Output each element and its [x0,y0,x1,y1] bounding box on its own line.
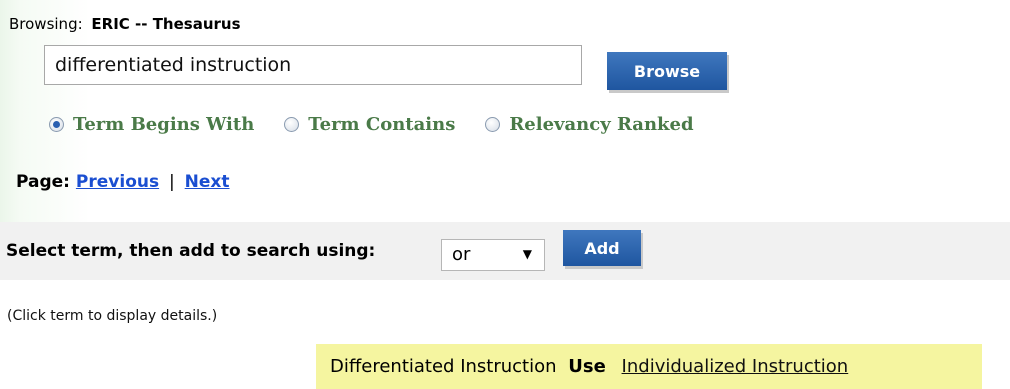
use-label: Use [568,356,606,377]
radio-term-contains[interactable]: Term Contains [284,114,455,135]
radio-label-term-contains: Term Contains [308,114,456,135]
browse-button[interactable]: Browse [607,52,727,90]
click-term-hint: (Click term to display details.) [7,308,218,324]
page-label: Page: [16,172,70,192]
operator-value: or [452,244,471,265]
add-to-search-label: Select term, then add to search using: [6,241,376,261]
radio-unselected-icon[interactable] [485,117,501,132]
add-button[interactable]: Add [563,230,641,266]
operator-select[interactable]: or ▼ [441,239,545,271]
previous-link[interactable]: Previous [76,172,159,192]
search-mode-group: Term Begins With Term Contains Relevancy… [49,114,724,135]
radio-term-begins-with[interactable]: Term Begins With [49,114,254,135]
preferred-term-link[interactable]: Individualized Instruction [622,356,849,377]
search-input[interactable] [44,45,582,85]
browsing-header: Browsing: ERIC -- Thesaurus [9,15,241,33]
next-link[interactable]: Next [185,172,230,192]
radio-unselected-icon[interactable] [284,117,300,132]
browse-panel: Browsing: ERIC -- Thesaurus Browse Term … [0,0,1010,222]
pagination-separator: | [169,172,175,192]
browsing-label: Browsing: [9,15,83,33]
radio-selected-icon[interactable] [49,117,64,132]
result-entry: Differentiated Instruction Use Individua… [330,356,848,377]
result-row: Differentiated Instruction Use Individua… [316,344,982,389]
radio-label-relevancy-ranked: Relevancy Ranked [509,114,694,135]
add-to-search-bar: Select term, then add to search using: o… [0,222,1010,280]
pagination: Page: Previous | Next [16,172,230,192]
radio-relevancy-ranked[interactable]: Relevancy Ranked [485,114,694,135]
radio-label-term-begins-with: Term Begins With [73,114,255,135]
result-term[interactable]: Differentiated Instruction [330,356,557,377]
database-name: ERIC -- Thesaurus [91,15,241,33]
dropdown-arrow-icon[interactable]: ▼ [523,239,532,269]
